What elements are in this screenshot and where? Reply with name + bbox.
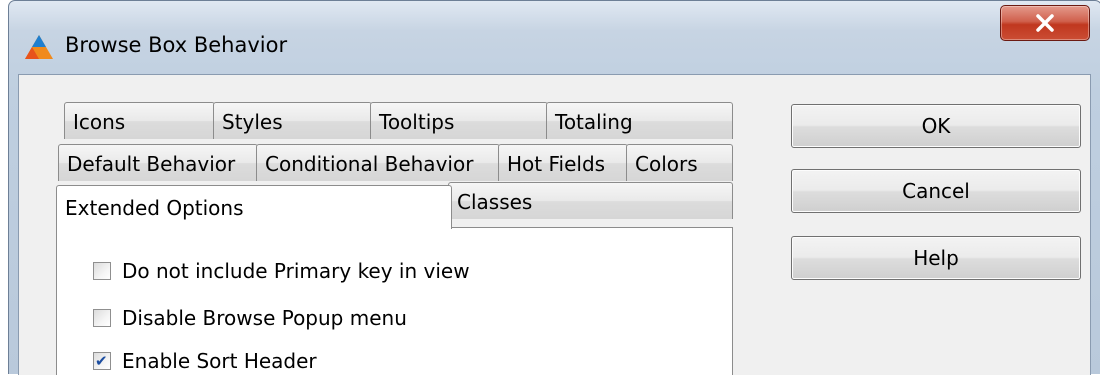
tab-colors[interactable]: Colors [626, 144, 733, 181]
dialog-window: Browse Box Behavior Icons Styles Tooltip… [8, 0, 1100, 375]
tab-label: Default Behavior [67, 152, 236, 176]
checkbox-checked[interactable]: ✔ [93, 352, 111, 370]
title-bar: Browse Box Behavior [9, 1, 1100, 85]
option-row[interactable]: ✔ Enable Sort Header [93, 346, 317, 376]
checkbox-label: Do not include Primary key in view [122, 259, 470, 283]
tab-classes[interactable]: Classes [448, 182, 733, 219]
option-row[interactable]: Do not include Primary key in view [93, 256, 470, 286]
button-label: Help [913, 246, 959, 270]
tab-tooltips[interactable]: Tooltips [370, 102, 548, 139]
tab-label: Totaling [555, 110, 633, 134]
tab-label: Classes [457, 190, 533, 214]
window-title: Browse Box Behavior [65, 33, 288, 57]
tab-hot-fields[interactable]: Hot Fields [498, 144, 628, 181]
tab-extended-options[interactable]: Extended Options [56, 185, 452, 229]
tab-label: Hot Fields [507, 152, 606, 176]
option-row[interactable]: Disable Browse Popup menu [93, 303, 407, 333]
checkbox-label: Disable Browse Popup menu [122, 306, 407, 330]
ok-button[interactable]: OK [791, 104, 1081, 148]
help-button[interactable]: Help [791, 236, 1081, 280]
close-button[interactable] [1000, 5, 1090, 41]
app-logo-icon [23, 33, 55, 61]
checkbox[interactable] [93, 262, 111, 280]
tab-label: Tooltips [379, 110, 455, 134]
tab-default-behavior[interactable]: Default Behavior [58, 144, 258, 181]
tab-label: Styles [222, 110, 283, 134]
tab-panel-extended-options: Do not include Primary key in view Disab… [56, 227, 733, 375]
checkmark-icon: ✔ [95, 352, 108, 370]
cancel-button[interactable]: Cancel [791, 169, 1081, 213]
tab-label: Extended Options [65, 196, 244, 220]
checkbox[interactable] [93, 309, 111, 327]
button-label: Cancel [902, 179, 970, 203]
tab-label: Icons [73, 110, 126, 134]
tab-styles[interactable]: Styles [213, 102, 372, 139]
button-label: OK [921, 114, 951, 138]
tab-label: Colors [635, 152, 698, 176]
tab-icons[interactable]: Icons [64, 102, 215, 139]
close-icon [1036, 14, 1054, 32]
tab-totaling[interactable]: Totaling [546, 102, 733, 139]
checkbox-label: Enable Sort Header [122, 349, 317, 373]
tab-conditional-behavior[interactable]: Conditional Behavior [256, 144, 500, 181]
tab-label: Conditional Behavior [265, 152, 474, 176]
